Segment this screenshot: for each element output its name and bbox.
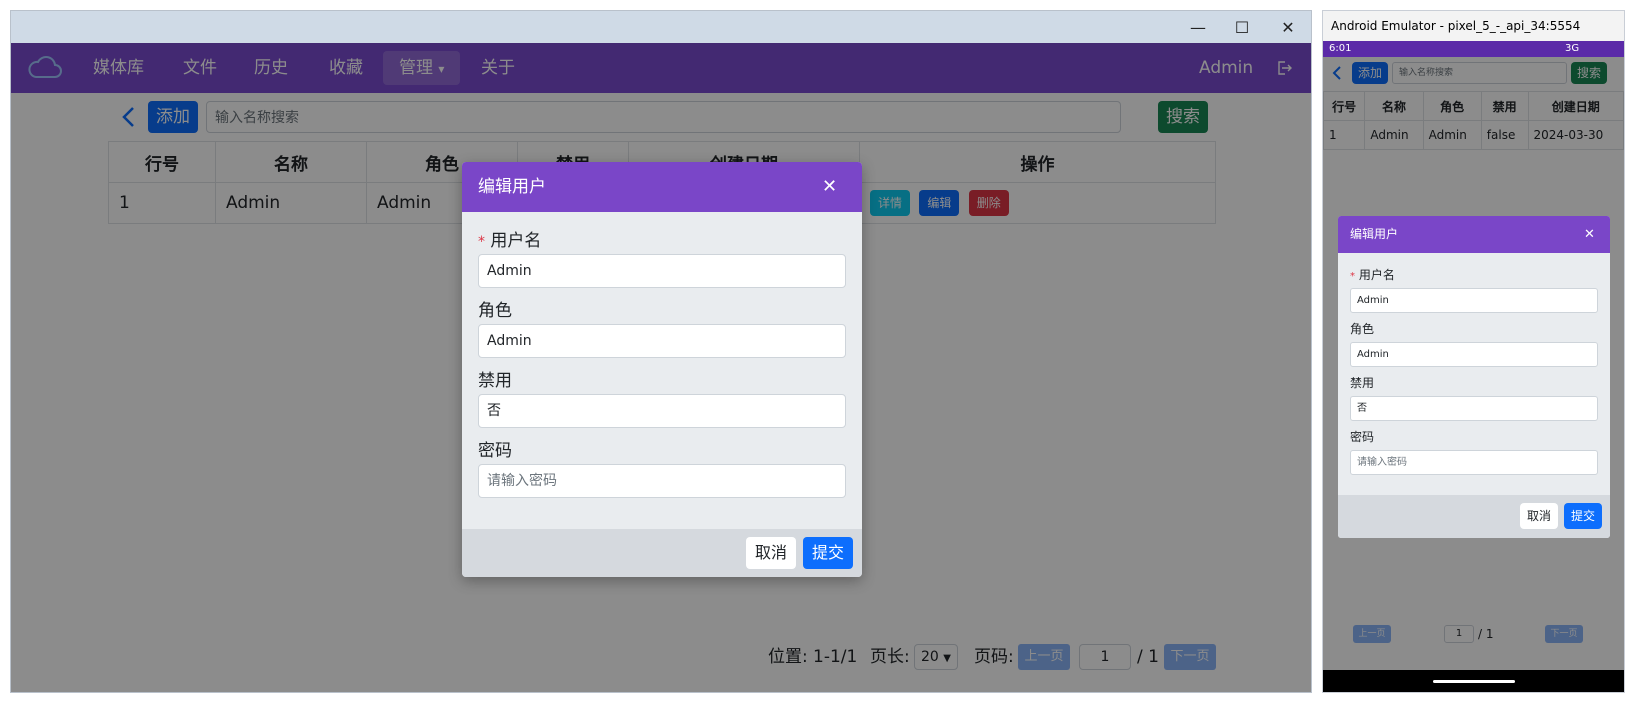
android-status-bar: 6:01 3G	[1323, 41, 1624, 57]
minimize-button[interactable]: —	[1175, 11, 1221, 43]
submit-button[interactable]: 提交	[1564, 503, 1602, 529]
required-mark: *	[478, 234, 485, 250]
modal-title: 编辑用户	[1350, 227, 1399, 241]
modal-header: 编辑用户 ✕	[1338, 216, 1610, 253]
submit-button[interactable]: 提交	[803, 537, 853, 569]
username-label: * 用户名	[478, 226, 541, 251]
status-network: 3G	[1565, 43, 1580, 54]
username-label-text: 用户名	[490, 231, 542, 251]
emulator-titlebar: Android Emulator - pixel_5_-_api_34:5554	[1323, 11, 1624, 41]
username-field[interactable]: Admin	[478, 254, 846, 288]
home-gesture-handle[interactable]	[1433, 680, 1515, 683]
required-mark: *	[1350, 271, 1355, 282]
role-label: 角色	[478, 301, 512, 321]
modal-title: 编辑用户	[478, 177, 546, 197]
window-titlebar: — ☐ ✕	[11, 11, 1311, 43]
android-emulator-window: Android Emulator - pixel_5_-_api_34:5554…	[1322, 10, 1625, 693]
cancel-button[interactable]: 取消	[1520, 503, 1558, 529]
desktop-app-window: — ☐ ✕ 媒体库 文件 历史 收藏 管理 ▾ 关于 Admin 添加 输入名称…	[10, 10, 1312, 693]
role-field[interactable]: Admin	[1350, 342, 1598, 367]
password-label: 密码	[1350, 430, 1375, 444]
username-field[interactable]: Admin	[1350, 288, 1598, 313]
maximize-button[interactable]: ☐	[1219, 11, 1265, 43]
edit-user-modal: 编辑用户 ✕ * 用户名 Admin 角色 Admin 禁用 否 密码 请输入密…	[1338, 216, 1610, 538]
username-label-text: 用户名	[1358, 268, 1395, 282]
role-label: 角色	[1350, 322, 1375, 336]
password-field[interactable]: 请输入密码	[478, 464, 846, 498]
username-label: * 用户名	[1350, 266, 1395, 283]
close-icon[interactable]: ✕	[1584, 216, 1595, 253]
disabled-field[interactable]: 否	[478, 394, 846, 428]
android-nav-bar	[1323, 670, 1624, 692]
close-icon[interactable]: ✕	[822, 162, 837, 212]
modal-header: 编辑用户 ✕	[462, 162, 862, 212]
modal-footer: 取消 提交	[1338, 495, 1610, 538]
password-label: 密码	[478, 441, 512, 461]
disabled-label: 禁用	[1350, 376, 1375, 390]
role-field[interactable]: Admin	[478, 324, 846, 358]
status-time: 6:01	[1329, 43, 1352, 54]
disabled-label: 禁用	[478, 371, 512, 391]
password-field[interactable]: 请输入密码	[1350, 450, 1598, 475]
close-window-button[interactable]: ✕	[1265, 11, 1311, 43]
edit-user-modal: 编辑用户 ✕ * 用户名 Admin 角色 Admin 禁用 否 密码 请输入密…	[462, 162, 862, 577]
modal-footer: 取消 提交	[462, 529, 862, 577]
cancel-button[interactable]: 取消	[746, 537, 796, 569]
disabled-field[interactable]: 否	[1350, 396, 1598, 421]
